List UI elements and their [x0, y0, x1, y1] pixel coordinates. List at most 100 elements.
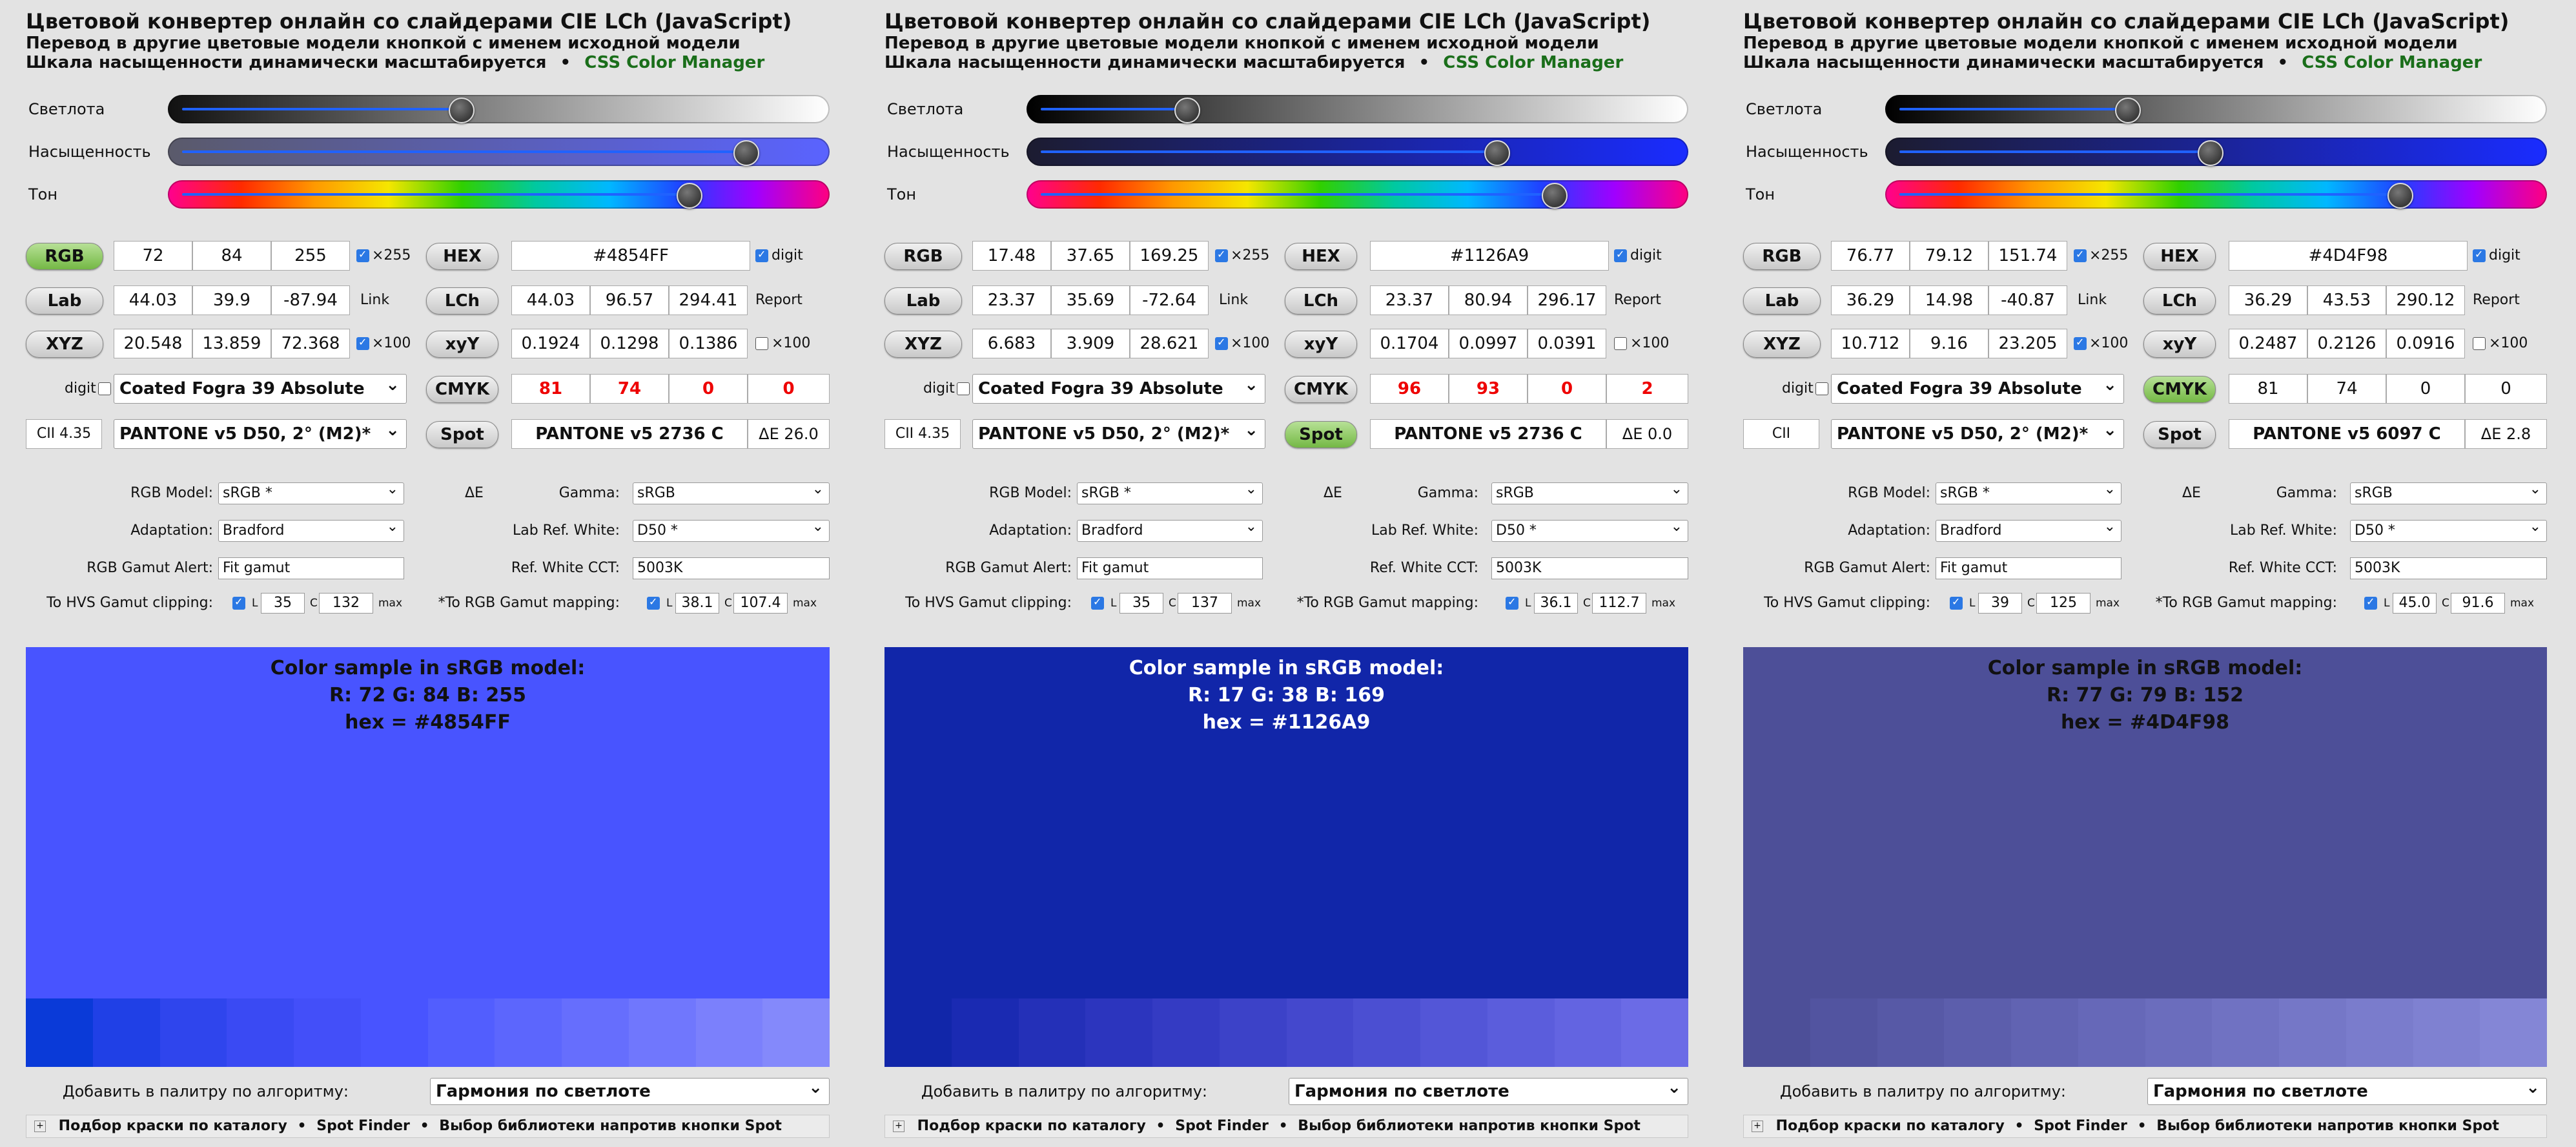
xyz-button[interactable]: XYZ [1743, 331, 1821, 358]
xyy-Y-field[interactable]: 0.0916 [2386, 329, 2465, 358]
hue-track[interactable] [1885, 180, 2547, 209]
rgb-model-select[interactable]: sRGB * [1077, 482, 1263, 504]
xyy-y-field[interactable]: 0.0997 [1449, 329, 1528, 358]
lab-white-select[interactable]: D50 * [2350, 520, 2547, 542]
rgb-button[interactable]: RGB [1743, 243, 1821, 270]
cmyk-button[interactable]: CMYK [1285, 376, 1357, 403]
rgb-b-field[interactable]: 255 [271, 241, 350, 271]
rgb-model-select[interactable]: sRGB * [218, 482, 404, 504]
map-c-input[interactable]: 107.4 [733, 593, 788, 614]
cmyk-c-field[interactable]: 96 [1370, 374, 1449, 404]
rgb-model-select[interactable]: sRGB * [1936, 482, 2121, 504]
palette-swatch[interactable] [1621, 998, 1688, 1067]
xyy-x100-checkbox[interactable] [1614, 337, 1627, 350]
xyy-y-field[interactable]: 0.1298 [590, 329, 669, 358]
xyy-button[interactable]: xyY [1285, 331, 1357, 358]
hvs-c-input[interactable]: 132 [319, 593, 373, 614]
cmyk-button[interactable]: CMYK [426, 376, 498, 403]
lch-l-field[interactable]: 23.37 [1370, 285, 1449, 315]
hvs-checkbox[interactable] [1950, 595, 1963, 610]
xyz-y-field[interactable]: 13.859 [192, 329, 271, 358]
hex-field[interactable]: #4D4F98 [2229, 241, 2468, 271]
xyy-x-field[interactable]: 0.1924 [511, 329, 590, 358]
xyz-x100-checkbox[interactable] [2074, 336, 2087, 350]
palette-swatch[interactable] [2145, 998, 2213, 1067]
xyz-x100-checkbox[interactable] [356, 336, 369, 350]
spot-de-field[interactable]: ΔE 2.8 [2465, 419, 2547, 449]
xyz-z-field[interactable]: 23.205 [1988, 329, 2067, 358]
rgb-g-field[interactable]: 37.65 [1051, 241, 1130, 271]
cmyk-profile-select[interactable]: Coated Fogra 39 Absolute [1831, 374, 2124, 404]
xyy-x-field[interactable]: 0.2487 [2229, 329, 2307, 358]
palette-swatch[interactable] [495, 998, 562, 1067]
add-palette-select[interactable]: Гармония по светлоте [2147, 1078, 2547, 1105]
rgb-r-field[interactable]: 72 [114, 241, 192, 271]
gamma-select[interactable]: sRGB [2350, 482, 2547, 504]
lab-l-field[interactable]: 36.29 [1831, 285, 1910, 315]
cii-field[interactable]: CII 4.35 [26, 419, 102, 449]
hvs-checkbox[interactable] [232, 595, 245, 610]
chroma-track[interactable] [168, 138, 830, 166]
rgb-g-field[interactable]: 84 [192, 241, 271, 271]
spot-name-field[interactable]: PANTONE v5 6097 C [2229, 419, 2465, 449]
adaptation-select[interactable]: Bradford [1936, 520, 2121, 542]
lch-c-field[interactable]: 96.57 [590, 285, 669, 315]
digit-checkbox-2[interactable] [957, 382, 970, 395]
x255-checkbox[interactable] [356, 248, 369, 262]
map-c-input[interactable]: 91.6 [2451, 593, 2505, 614]
lab-a-field[interactable]: 35.69 [1051, 285, 1130, 315]
digit-checkbox[interactable] [1614, 248, 1627, 262]
lightness-track[interactable] [1027, 95, 1688, 123]
rgb-g-field[interactable]: 79.12 [1910, 241, 1988, 271]
palette-swatch[interactable] [2011, 998, 2078, 1067]
xyy-x100-checkbox[interactable] [2473, 337, 2486, 350]
palette-swatch[interactable] [1877, 998, 1945, 1067]
lab-b-field[interactable]: -87.94 [271, 285, 350, 315]
expand-icon[interactable]: + [34, 1121, 46, 1132]
palette-swatch[interactable] [951, 998, 1019, 1067]
palette-swatch[interactable] [2413, 998, 2480, 1067]
cmyk-k-field[interactable]: 0 [2465, 374, 2547, 404]
palette-swatch[interactable] [1085, 998, 1152, 1067]
digit-checkbox-2[interactable] [1815, 382, 1828, 395]
palette-swatch[interactable] [1152, 998, 1220, 1067]
hvs-l-input[interactable]: 35 [1119, 593, 1163, 614]
gamut-alert-input[interactable]: Fit gamut [1936, 557, 2121, 579]
cmyk-y-field[interactable]: 0 [1528, 374, 1606, 404]
rgb-button[interactable]: RGB [26, 243, 103, 270]
chroma-knob[interactable] [1484, 140, 1511, 166]
cmyk-c-field[interactable]: 81 [2229, 374, 2307, 404]
xyz-y-field[interactable]: 3.909 [1051, 329, 1130, 358]
lch-c-field[interactable]: 80.94 [1449, 285, 1528, 315]
rgb-r-field[interactable]: 76.77 [1831, 241, 1910, 271]
cmyk-m-field[interactable]: 93 [1449, 374, 1528, 404]
hue-track[interactable] [1027, 180, 1688, 209]
lightness-track[interactable] [168, 95, 830, 123]
palette-swatch[interactable] [762, 998, 830, 1067]
xyz-x-field[interactable]: 10.712 [1831, 329, 1910, 358]
lightness-knob[interactable] [1174, 98, 1200, 123]
cmyk-c-field[interactable]: 81 [511, 374, 590, 404]
spot-library-select[interactable]: PANTONE v5 D50, 2° (M2)* [972, 419, 1265, 449]
xyz-x-field[interactable]: 6.683 [972, 329, 1051, 358]
lab-l-field[interactable]: 44.03 [114, 285, 192, 315]
spot-finder-footer[interactable]: + Подбор краски по каталогу • Spot Finde… [1743, 1115, 2547, 1138]
palette-swatch[interactable] [92, 998, 160, 1067]
white-cct-input[interactable]: 5003K [2350, 557, 2547, 579]
gamut-alert-input[interactable]: Fit gamut [1077, 557, 1263, 579]
hvs-l-input[interactable]: 39 [1978, 593, 2022, 614]
lab-b-field[interactable]: -40.87 [1988, 285, 2067, 315]
lab-button[interactable]: Lab [884, 287, 962, 315]
lightness-track[interactable] [1885, 95, 2547, 123]
palette-swatch[interactable] [227, 998, 294, 1067]
xyz-x-field[interactable]: 20.548 [114, 329, 192, 358]
palette-swatch[interactable] [1810, 998, 1877, 1067]
report-label[interactable]: Report [2473, 285, 2520, 316]
palette-swatch[interactable] [1219, 998, 1287, 1067]
palette-swatch[interactable] [2212, 998, 2279, 1067]
gamut-alert-input[interactable]: Fit gamut [218, 557, 404, 579]
cmyk-profile-select[interactable]: Coated Fogra 39 Absolute [972, 374, 1265, 404]
hvs-checkbox[interactable] [1091, 595, 1104, 610]
chroma-track[interactable] [1027, 138, 1688, 166]
lab-white-select[interactable]: D50 * [1491, 520, 1688, 542]
